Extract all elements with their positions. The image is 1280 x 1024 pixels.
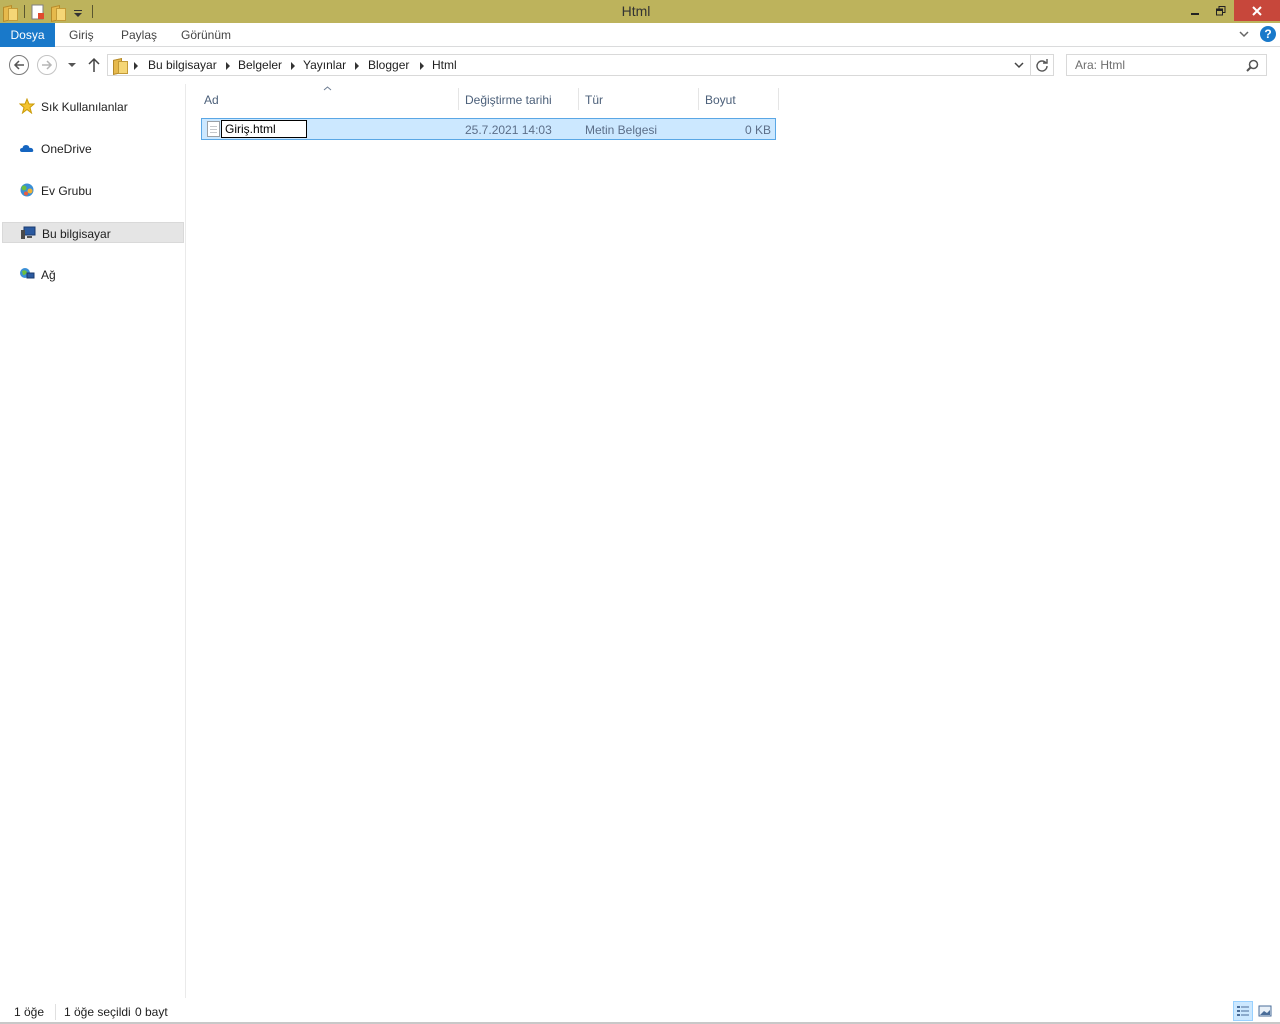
- item-count: 1 öğe: [14, 1005, 45, 1019]
- selected-count: 1 öğe seçildi: [64, 1005, 131, 1019]
- window-title: Html: [621, 3, 651, 19]
- large-icons-view-button[interactable]: [1255, 1001, 1275, 1021]
- ribbon: Dosya Giriş Paylaş Görünüm ?: [0, 23, 1280, 47]
- homegroup-icon: [20, 183, 34, 197]
- column-header-size[interactable]: Boyut: [698, 88, 778, 112]
- tab-home[interactable]: Giriş: [69, 23, 94, 47]
- breadcrumb-publications[interactable]: Yayınlar: [303, 58, 346, 72]
- breadcrumb-documents[interactable]: Belgeler: [238, 58, 282, 72]
- tab-file[interactable]: Dosya: [0, 23, 55, 47]
- ribbon-right-controls: ?: [1238, 26, 1276, 42]
- computer-icon: [21, 226, 36, 239]
- column-header-name[interactable]: Ad: [197, 88, 458, 112]
- sidebar-item-label: OneDrive: [41, 142, 92, 156]
- details-view-icon: [1237, 1006, 1249, 1016]
- file-modified: 25.7.2021 14:03: [465, 123, 552, 137]
- crumb-separator[interactable]: [226, 62, 230, 70]
- file-size: 0 KB: [744, 123, 771, 137]
- sidebar-item-onedrive[interactable]: OneDrive: [2, 138, 184, 159]
- text-file-icon: [207, 121, 220, 137]
- sidebar-item-label: Ev Grubu: [41, 184, 92, 198]
- breadcrumb-this-pc[interactable]: Bu bilgisayar: [148, 58, 217, 72]
- tab-share[interactable]: Paylaş: [121, 23, 157, 47]
- cloud-icon: [20, 145, 34, 152]
- folder-icon: [112, 57, 128, 74]
- restore-icon: [1216, 5, 1226, 15]
- sidebar-item-favorites[interactable]: Sık Kullanılanlar: [2, 96, 184, 117]
- chevron-down-icon[interactable]: [1014, 61, 1024, 69]
- forward-button[interactable]: [37, 55, 57, 75]
- address-divider: [1030, 55, 1031, 75]
- close-icon: [1252, 5, 1262, 16]
- sidebar-item-label: Sık Kullanılanlar: [41, 100, 128, 114]
- navigation-bar: Bu bilgisayar Belgeler Yayınlar Blogger …: [0, 48, 1280, 82]
- crumb-separator[interactable]: [420, 62, 424, 70]
- column-header-modified[interactable]: Değiştirme tarihi: [458, 88, 578, 112]
- title-bar: Html: [0, 0, 1280, 23]
- tab-view[interactable]: Görünüm: [181, 23, 231, 47]
- status-bar: 1 öğe 1 öğe seçildi 0 bayt: [0, 1000, 1280, 1024]
- window-controls: [1182, 0, 1280, 21]
- help-icon[interactable]: ?: [1260, 26, 1276, 42]
- file-type: Metin Belgesi: [585, 123, 658, 137]
- selected-size: 0 bayt: [135, 1005, 168, 1019]
- status-divider: [55, 1004, 56, 1020]
- arrow-up-icon[interactable]: [87, 57, 101, 73]
- breadcrumb-blogger[interactable]: Blogger: [368, 58, 409, 72]
- refresh-icon[interactable]: [1035, 58, 1049, 72]
- arrow-left-icon: [13, 60, 24, 70]
- restore-button[interactable]: [1208, 0, 1234, 21]
- breadcrumb-html[interactable]: Html: [432, 58, 457, 72]
- column-divider[interactable]: [778, 88, 779, 110]
- back-button[interactable]: [9, 55, 29, 75]
- large-icons-view-icon: [1258, 1005, 1272, 1017]
- rename-input[interactable]: Giriş.html: [221, 120, 307, 138]
- minimize-icon: [1191, 12, 1199, 15]
- arrow-right-icon: [42, 60, 53, 70]
- expand-ribbon-icon[interactable]: [1238, 28, 1250, 40]
- table-row[interactable]: Giriş.html 25.7.2021 14:03 Metin Belgesi…: [201, 118, 776, 140]
- crumb-separator[interactable]: [355, 62, 359, 70]
- sidebar-item-this-pc[interactable]: Bu bilgisayar: [2, 222, 184, 243]
- sidebar-item-label: Ağ: [41, 268, 56, 282]
- crumb-separator[interactable]: [134, 62, 138, 70]
- crumb-separator[interactable]: [291, 62, 295, 70]
- sidebar-item-homegroup[interactable]: Ev Grubu: [2, 180, 184, 201]
- navigation-pane: Sık Kullanılanlar OneDrive Ev Grubu Bu b…: [0, 84, 186, 998]
- column-header-type[interactable]: Tür: [578, 88, 698, 112]
- network-icon: [20, 268, 35, 279]
- close-button[interactable]: [1234, 0, 1280, 21]
- star-icon: [19, 98, 35, 114]
- sidebar-item-network[interactable]: Ağ: [2, 264, 184, 285]
- recent-locations-icon[interactable]: [67, 61, 77, 69]
- search-input[interactable]: Ara: Html: [1075, 58, 1125, 72]
- details-view-button[interactable]: [1233, 1001, 1253, 1021]
- minimize-button[interactable]: [1182, 0, 1208, 21]
- address-bar[interactable]: Bu bilgisayar Belgeler Yayınlar Blogger …: [107, 54, 1054, 76]
- search-box[interactable]: Ara: Html: [1066, 54, 1267, 76]
- search-icon[interactable]: [1246, 59, 1259, 72]
- sidebar-item-label: Bu bilgisayar: [42, 227, 111, 241]
